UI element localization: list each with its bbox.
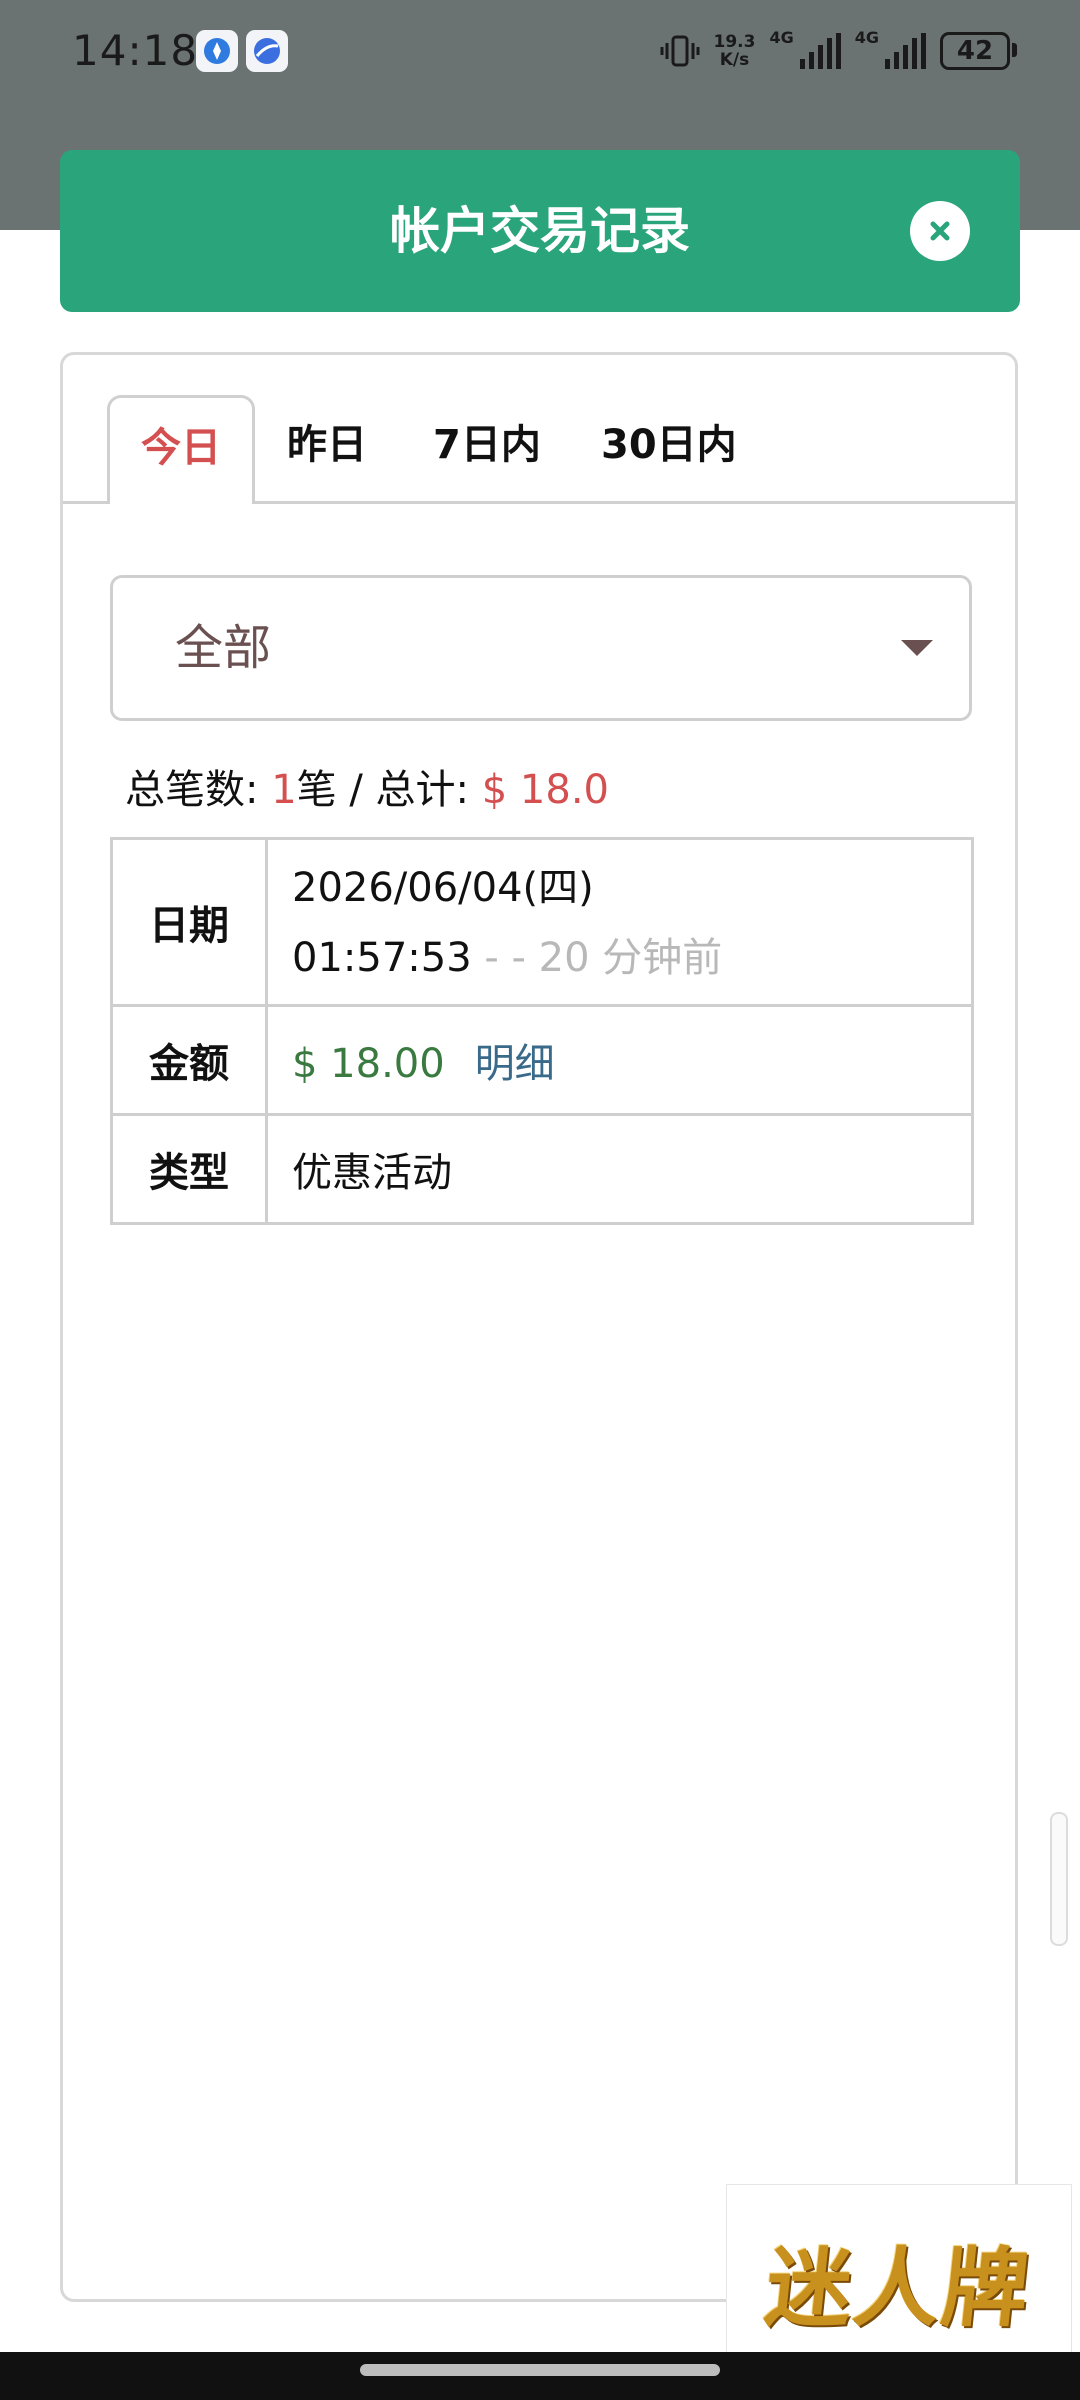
network-type-1: 4G	[769, 28, 794, 47]
close-button[interactable]	[910, 201, 970, 261]
home-gesture-bar[interactable]	[360, 2364, 720, 2376]
amount-cell: $ 18.00 明细	[265, 1004, 974, 1116]
vibrate-icon	[660, 35, 700, 67]
battery-icon: 42	[940, 32, 1017, 70]
blue-planet-icon	[246, 30, 288, 72]
type-filter-value: 全部	[175, 620, 272, 676]
content-panel: 今日 昨日 7日内 30日内 全部 总笔数: 1笔 / 总计: $ 18.0 日…	[60, 352, 1018, 2302]
status-time: 14:18	[72, 26, 199, 75]
relative-time: - - 20 分钟前	[471, 935, 723, 981]
table-row: 金额 $ 18.00 明细	[110, 1004, 974, 1116]
transaction-amount: $ 18.00	[292, 1041, 445, 1087]
network-type-2: 4G	[854, 28, 879, 47]
summary-count-label: 总笔数:	[125, 767, 272, 813]
date-cell: 2026/06/04(四) 01:57:53 - - 20 分钟前	[265, 837, 974, 1007]
transaction-time-line: 01:57:53 - - 20 分钟前	[292, 923, 970, 993]
table-row: 日期 2026/06/04(四) 01:57:53 - - 20 分钟前	[110, 837, 974, 1007]
summary-count-unit: 笔 / 总计:	[296, 767, 482, 813]
amount-label: 金额	[110, 1004, 268, 1116]
modal-header: 帐户交易记录	[60, 150, 1020, 312]
tab-7-days[interactable]: 7日内	[433, 395, 541, 501]
watermark-text: 迷人牌	[760, 2237, 1036, 2339]
table-row: 类型 优惠活动	[110, 1113, 974, 1225]
page-title: 帐户交易记录	[390, 202, 690, 260]
transaction-type: 优惠活动	[265, 1113, 974, 1225]
transaction-table: 日期 2026/06/04(四) 01:57:53 - - 20 分钟前 金额 …	[110, 837, 974, 1225]
date-label: 日期	[110, 837, 268, 1007]
type-label: 类型	[110, 1113, 268, 1225]
tab-30-days[interactable]: 30日内	[601, 395, 737, 501]
summary-count: 1	[271, 767, 297, 813]
tab-today[interactable]: 今日	[107, 395, 255, 504]
network-speed: 19.3 K/s	[713, 32, 756, 70]
scrollbar-thumb[interactable]	[1050, 1812, 1068, 1946]
system-navigation-bar	[0, 2352, 1080, 2400]
blue-compass-icon	[196, 30, 238, 72]
signal-2-icon	[885, 33, 926, 69]
caret-down-icon	[901, 640, 933, 656]
transaction-date: 2026/06/04(四)	[292, 865, 594, 911]
close-icon	[930, 221, 950, 241]
type-filter-select[interactable]: 全部	[110, 575, 972, 721]
tab-yesterday[interactable]: 昨日	[287, 395, 367, 501]
summary-total: $ 18.0	[481, 767, 609, 813]
transaction-time: 01:57:53	[292, 935, 472, 981]
signal-1-icon	[799, 33, 841, 69]
status-icons: 19.3 K/s 4G 4G 42	[660, 28, 1017, 74]
watermark-logo: 迷人牌	[726, 2184, 1072, 2376]
detail-link[interactable]: 明细	[475, 1041, 555, 1087]
summary-line: 总笔数: 1笔 / 总计: $ 18.0	[125, 757, 609, 815]
battery-level: 42	[956, 36, 994, 66]
